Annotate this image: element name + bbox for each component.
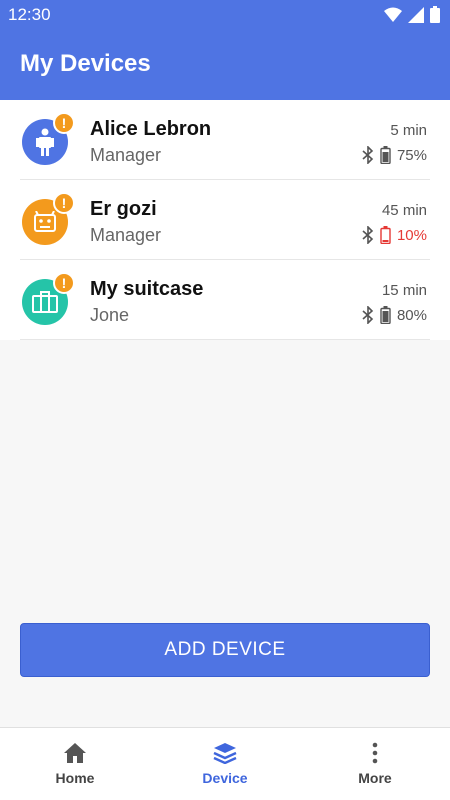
battery-level-icon: [380, 146, 391, 164]
device-row[interactable]: ! Alice Lebron Manager 5 min 75%: [0, 100, 450, 180]
device-name: My suitcase: [90, 278, 204, 300]
device-meta: 10%: [362, 226, 427, 244]
alert-badge-icon: !: [53, 272, 75, 294]
last-seen: 15 min: [381, 282, 427, 299]
device-meta: 75%: [362, 146, 427, 164]
signal-icon: [408, 6, 424, 23]
device-name: Alice Lebron: [90, 118, 212, 140]
device-name: Er gozi: [90, 198, 157, 220]
app-bar: My Devices: [0, 30, 450, 100]
bluetooth-icon: [362, 146, 374, 164]
more-vert-icon: [372, 742, 378, 764]
divider: [20, 339, 430, 340]
battery-percent: 80%: [396, 306, 427, 324]
device-role: Manager: [90, 225, 162, 245]
page-title: My Devices: [20, 50, 151, 77]
last-seen: 45 min: [381, 202, 427, 219]
nav-label: Device: [202, 770, 248, 786]
suitcase-icon: [32, 291, 58, 313]
add-device-button[interactable]: ADD DEVICE: [20, 623, 430, 677]
last-seen: 5 min: [390, 122, 427, 139]
device-role: Manager: [90, 145, 162, 165]
battery-icon: [430, 6, 440, 23]
device-row[interactable]: ! Er gozi Manager 45 min 10%: [0, 180, 450, 260]
device-meta: 80%: [362, 306, 427, 324]
status-icons: [384, 6, 440, 23]
device-list: ! Alice Lebron Manager 5 min 75% ! Er go…: [0, 100, 450, 340]
home-icon: [64, 743, 86, 763]
battery-low-icon: [380, 226, 391, 244]
nav-tab-device[interactable]: Device: [150, 728, 300, 800]
status-bar: 12:30: [0, 0, 450, 30]
nav-label: Home: [55, 770, 95, 786]
nav-tab-more[interactable]: More: [300, 728, 450, 800]
alert-badge-icon: !: [53, 112, 75, 134]
person-icon: [36, 128, 54, 156]
wifi-icon: [384, 7, 402, 22]
battery-level-icon: [380, 306, 391, 324]
bluetooth-icon: [362, 226, 374, 244]
battery-percent: 75%: [396, 146, 427, 164]
nav-label: More: [358, 770, 392, 786]
status-time: 12:30: [8, 5, 51, 24]
robot-icon: [34, 211, 56, 232]
device-role: Jone: [90, 305, 130, 325]
alert-badge-icon: !: [53, 192, 75, 214]
bottom-navigation: Home Device More: [0, 727, 450, 800]
layers-icon: [213, 743, 237, 764]
device-row[interactable]: ! My suitcase Jone 15 min 80%: [0, 260, 450, 340]
battery-percent: 10%: [396, 226, 427, 244]
bluetooth-icon: [362, 306, 374, 324]
nav-tab-home[interactable]: Home: [0, 728, 150, 800]
